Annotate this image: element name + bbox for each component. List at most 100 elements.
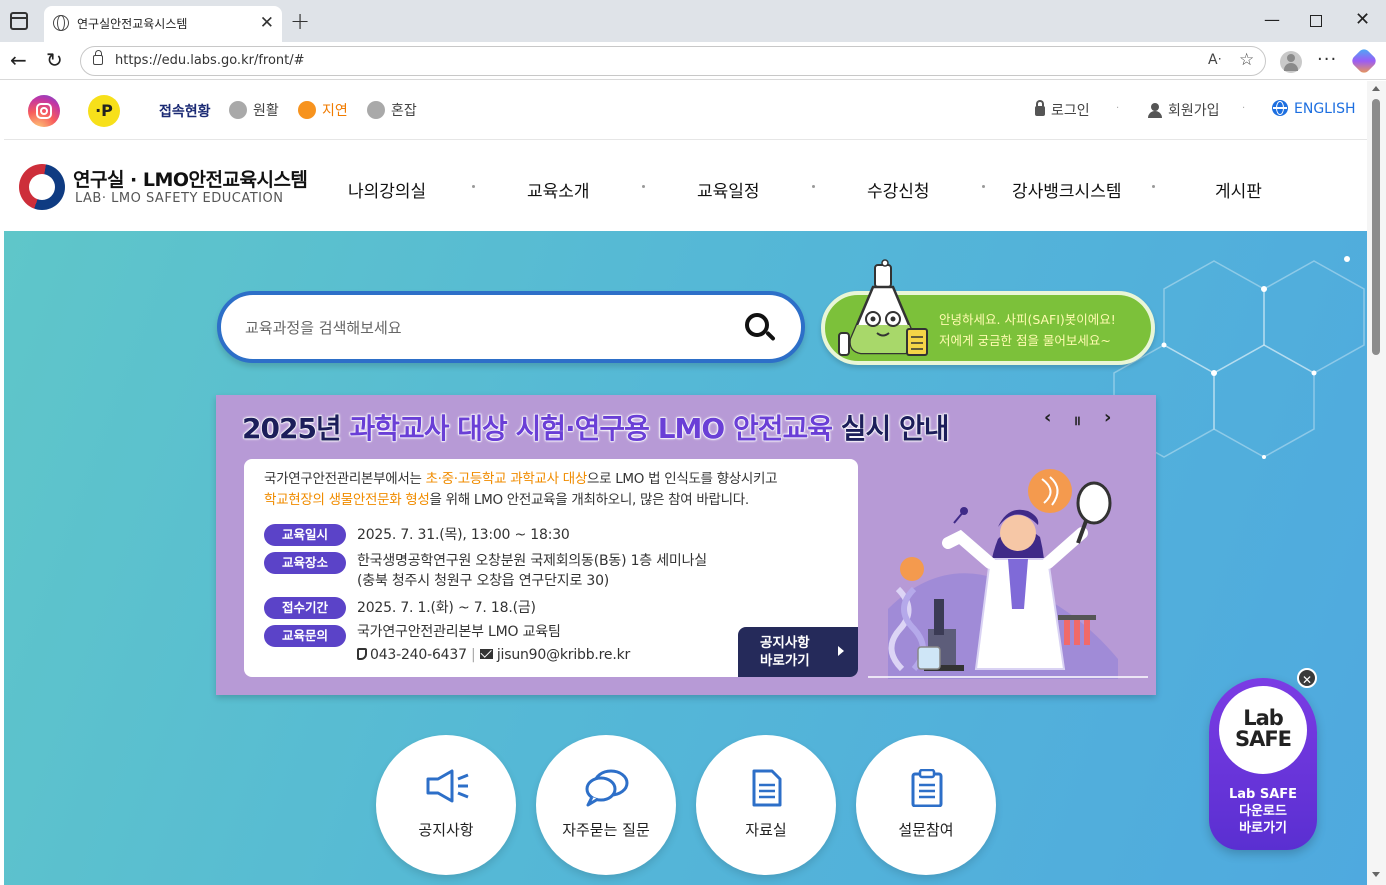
quick-label: 자료실 (745, 821, 787, 839)
browser-tab-bar: 연구실안전교육시스템 ✕ + — ✕ (0, 0, 1386, 42)
value-date: 2025. 7. 31.(목), 13:00 ~ 18:30 (357, 527, 570, 543)
connection-status-label: 접속현황 (159, 104, 211, 120)
window-close-button[interactable]: ✕ (1355, 10, 1370, 30)
status-delay: 지연 (298, 100, 348, 120)
url-text[interactable]: https://edu.labs.go.kr/front/# (115, 53, 305, 68)
nav-enroll[interactable]: 수강신청 (867, 177, 930, 202)
quick-archive[interactable]: 자료실 (696, 735, 836, 875)
nav-divider (812, 185, 815, 188)
value-period: 2025. 7. 1.(화) ~ 7. 18.(금) (357, 600, 536, 616)
page-viewport: ·P 접속현황 원활 지연 혼잡 로그인 · 회원가입 · ENGLISH 연구… (4, 81, 1367, 885)
chatbot-message: 안녕하세요. 사피(SAFI)봇이에요! 저에게 궁금한 점을 물어보세요~ (939, 309, 1116, 351)
nav-instructor-bank[interactable]: 강사뱅크시스템 (1012, 177, 1121, 202)
maximize-button[interactable] (1310, 15, 1322, 27)
separator: · (1242, 103, 1246, 114)
site-header: 연구실 · LMO안전교육시스템 LAB· LMO SAFETY EDUCATI… (4, 141, 1367, 231)
address-bar: ← ↻ https://edu.labs.go.kr/front/# Aᐧ ☆ … (0, 42, 1386, 80)
mail-icon (479, 649, 493, 659)
value-place: 한국생명공학연구원 오창분원 국제회의동(B동) 1층 세미나실 (357, 553, 707, 569)
nav-schedule[interactable]: 교육일정 (697, 177, 760, 202)
value-place-address: (충북 청주시 청원구 오창읍 연구단지로 30) (357, 573, 610, 589)
site-info-icon[interactable] (93, 50, 103, 65)
nav-divider (642, 185, 645, 188)
reload-icon[interactable]: ↻ (46, 48, 63, 72)
instagram-icon[interactable] (28, 95, 60, 127)
new-tab-button[interactable]: + (290, 8, 310, 34)
status-smooth: 원활 (229, 100, 279, 120)
more-menu-icon[interactable]: ··· (1317, 49, 1337, 70)
english-link[interactable]: ENGLISH (1272, 100, 1356, 117)
tab-close-icon[interactable]: ✕ (260, 13, 274, 33)
promo-banner: 2025년 과학교사 대상 시험·연구용 LMO 안전교육 실시 안내 ‹ ॥ … (216, 395, 1156, 695)
nav-my-classroom[interactable]: 나의강의실 (348, 177, 426, 202)
kakao-channel-icon[interactable]: ·P (88, 95, 120, 127)
value-contact: 국가연구안전관리본부 LMO 교육팀 (357, 624, 561, 640)
nav-divider (472, 185, 475, 188)
scientist-illustration (868, 469, 1148, 679)
scroll-up-icon[interactable] (1372, 86, 1380, 91)
intro-line-1: 국가연구안전관리본부에서는 초·중·고등학교 과학교사 대상으로 LMO 법 인… (264, 471, 778, 487)
value-contact-details: 043-240-6437 | jisun90@kribb.re.kr (357, 645, 630, 665)
course-search-input[interactable] (245, 315, 705, 341)
favorite-star-icon[interactable]: ☆ (1239, 50, 1254, 70)
banner-pause-button[interactable]: ॥ (1073, 411, 1081, 429)
banner-info-card: 국가연구안전관리본부에서는 초·중·고등학교 과학교사 대상으로 LMO 법 인… (244, 459, 858, 677)
logo-emblem-icon[interactable] (19, 164, 65, 210)
banner-title: 2025년 과학교사 대상 시험·연구용 LMO 안전교육 실시 안내 (241, 412, 950, 446)
chatbot-line-1: 안녕하세요. 사피(SAFI)봇이에요! (939, 312, 1116, 327)
scroll-down-icon[interactable] (1372, 872, 1380, 877)
read-aloud-icon[interactable]: Aᐧ (1208, 52, 1221, 68)
status-dot-icon (367, 101, 385, 119)
page-scrollbar[interactable] (1367, 81, 1386, 885)
course-search-box (217, 291, 805, 363)
quick-label: 자주묻는 질문 (562, 821, 650, 839)
document-icon (752, 769, 782, 807)
nav-divider (1152, 185, 1155, 188)
site-subtitle: LAB· LMO SAFETY EDUCATION (75, 191, 284, 206)
status-congested: 혼잡 (367, 100, 417, 120)
hero-section: 안녕하세요. 사피(SAFI)봇이에요! 저에게 궁금한 점을 물어보세요~ 2… (4, 231, 1367, 885)
badge-contact: 교육문의 (264, 625, 346, 647)
nav-board[interactable]: 게시판 (1215, 177, 1262, 202)
search-handle (765, 330, 776, 342)
login-link[interactable]: 로그인 (1035, 100, 1090, 120)
site-title[interactable]: 연구실 · LMO안전교육시스템 (73, 165, 308, 192)
url-field[interactable]: https://edu.labs.go.kr/front/# Aᐧ ☆ (80, 46, 1266, 76)
nav-intro[interactable]: 교육소개 (527, 177, 590, 202)
quick-label: 공지사항 (418, 821, 474, 839)
intro-line-2: 학교현장의 생물안전문화 형성을 위해 LMO 안전교육을 개최하오니, 많은 … (264, 492, 749, 508)
status-dot-icon (229, 101, 247, 119)
safi-chatbot-button[interactable]: 안녕하세요. 사피(SAFI)봇이에요! 저에게 궁금한 점을 물어보세요~ (821, 259, 1155, 365)
globe-icon (53, 15, 69, 31)
nav-divider (982, 185, 985, 188)
globe-icon (1272, 100, 1288, 116)
utility-bar: ·P 접속현황 원활 지연 혼잡 로그인 · 회원가입 · ENGLISH (4, 81, 1367, 140)
megaphone-icon (426, 769, 469, 803)
quick-survey[interactable]: 설문참여 (856, 735, 996, 875)
labsafe-download-widget[interactable]: Lab SAFE Lab SAFE 다운로드 바로가기 (1209, 678, 1317, 850)
banner-next-button[interactable]: › (1104, 407, 1111, 428)
clipboard-icon (911, 769, 943, 807)
status-dot-icon (298, 101, 316, 119)
quick-label: 설문참여 (898, 821, 954, 839)
minimize-button[interactable]: — (1264, 10, 1280, 30)
back-arrow-icon[interactable]: ← (10, 48, 27, 72)
tab-actions-icon[interactable] (10, 12, 28, 30)
browser-tab[interactable]: 연구실안전교육시스템 ✕ (44, 6, 282, 42)
banner-prev-button[interactable]: ‹ (1044, 407, 1051, 428)
notice-shortcut-button[interactable]: 공지사항 바로가기 (738, 627, 858, 677)
profile-icon[interactable] (1280, 51, 1302, 73)
quick-faq[interactable]: 자주묻는 질문 (536, 735, 676, 875)
scrollbar-thumb[interactable] (1372, 99, 1380, 355)
search-icon[interactable] (743, 311, 777, 345)
phone-icon (357, 648, 367, 660)
separator: · (1116, 103, 1120, 114)
copilot-icon[interactable] (1349, 46, 1379, 76)
signup-link[interactable]: 회원가입 (1148, 100, 1220, 120)
labsafe-logo: Lab SAFE (1219, 686, 1307, 774)
flask-mascot-icon (838, 259, 928, 356)
badge-period: 접수기간 (264, 597, 346, 619)
labsafe-close-icon[interactable]: ✕ (1297, 668, 1317, 688)
quick-notice[interactable]: 공지사항 (376, 735, 516, 875)
badge-place: 교육장소 (264, 552, 346, 574)
